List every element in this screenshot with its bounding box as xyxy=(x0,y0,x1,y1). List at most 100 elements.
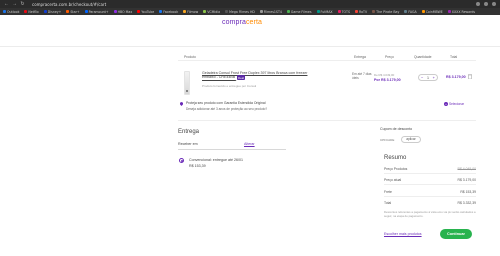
bookmark-label: Filmow xyxy=(187,9,199,14)
price-current: Por R$ 3.179,00 xyxy=(374,78,401,82)
url-text[interactable]: compracerta.com.br/checkout/#/cart xyxy=(32,2,106,7)
bookmark-item[interactable]: FutMAX xyxy=(316,10,333,14)
shipping-option-price: R$ 153,39 xyxy=(189,164,206,168)
menu-icon[interactable] xyxy=(492,2,496,6)
section-divider xyxy=(178,120,476,121)
bookmark-item[interactable]: HBO Max xyxy=(113,9,133,14)
bookmark-label: HBO Max xyxy=(117,9,133,14)
summary-label: Total xyxy=(384,201,392,205)
bookmark-label: Paramount+ xyxy=(88,9,109,14)
header-price: Preço xyxy=(385,55,394,59)
bookmark-label: Disney+ xyxy=(47,9,62,14)
header-product: Produto xyxy=(184,55,196,59)
product-name-link[interactable]: Geladeira Consul Frost Free Duplex 397 l… xyxy=(202,71,320,81)
choose-more-products-link[interactable]: Escolher mais produtos xyxy=(384,232,422,236)
decrease-button[interactable]: − xyxy=(421,75,423,80)
site-logo[interactable]: compracerta xyxy=(222,19,262,26)
item-total: R$ 3.179,00 xyxy=(446,75,466,79)
deal-badge: Deal xyxy=(237,75,245,81)
bookmark-item[interactable]: Star+ xyxy=(66,9,80,14)
shipping-option-label[interactable]: Convencional: entregue até 26/01 xyxy=(189,158,243,162)
bookmark-label: Star+ xyxy=(70,9,80,14)
shipping-radio[interactable] xyxy=(179,158,184,163)
price-original: De R$ 4.049,00 xyxy=(374,73,395,77)
bookmark-favicon-icon xyxy=(113,10,117,13)
bookmark-item[interactable]: CoinMBWE xyxy=(421,10,443,14)
summary-label: Preço atual xyxy=(384,178,402,182)
bookmark-item[interactable]: Paramount+ xyxy=(84,9,109,14)
summary-value: R$ 4.049,00 xyxy=(457,167,476,171)
summary-label: Frete xyxy=(384,190,392,194)
bookmark-label: YouTube xyxy=(141,9,155,14)
browser-actions xyxy=(476,0,496,8)
reload-icon[interactable]: ↻ xyxy=(20,0,25,8)
bookmark-label: FAGA xyxy=(408,9,417,14)
continue-button[interactable]: Continuar xyxy=(440,229,472,239)
bookmark-favicon-icon xyxy=(259,10,263,13)
bookmark-favicon-icon xyxy=(404,10,408,13)
plus-icon: + xyxy=(444,102,448,106)
bookmark-item[interactable]: TOTS xyxy=(337,9,351,14)
bookmark-item[interactable]: Outlook xyxy=(3,10,19,14)
bookmark-item[interactable]: Disney+ xyxy=(43,9,62,14)
bookmark-favicon-icon xyxy=(159,10,163,13)
bookmark-label: RoTV xyxy=(359,9,368,14)
warranty-title: Proteja seu produto com Garantia Estendi… xyxy=(186,101,266,105)
bookmark-label: Facebook xyxy=(163,9,179,14)
bookmark-favicon-icon xyxy=(372,10,376,13)
summary-title: Resumo xyxy=(384,155,407,161)
bookmark-favicon-icon xyxy=(337,10,341,13)
summary-row: Frete R$ 153,39 xyxy=(384,188,476,197)
bookmark-item[interactable]: RoTV xyxy=(355,10,367,14)
bookmark-item[interactable]: Netflix xyxy=(24,9,39,14)
select-warranty-button[interactable]: + Selecionar xyxy=(444,102,464,106)
cart-item-row: Geladeira Consul Frost Free Duplex 397 l… xyxy=(178,67,476,97)
summary-value: R$ 3.332,39 xyxy=(457,201,476,205)
bookmark-favicon-icon xyxy=(84,10,88,13)
bookmark-item[interactable]: XXXX Rewards xyxy=(447,9,476,14)
bookmark-item[interactable]: FAGA xyxy=(404,9,417,14)
product-image[interactable] xyxy=(184,71,190,95)
extension-icon[interactable] xyxy=(476,2,480,6)
forward-icon[interactable]: → xyxy=(12,0,17,8)
bookmark-item[interactable]: Game Filmes xyxy=(286,9,312,14)
bookmark-label: Outlook xyxy=(7,9,20,14)
change-address-link[interactable]: Alterar xyxy=(244,142,255,146)
profile-icon[interactable] xyxy=(484,2,488,6)
browser-address-bar: ← → ↻ compracerta.com.br/checkout/#/cart xyxy=(0,0,500,8)
back-icon[interactable]: ← xyxy=(4,0,9,8)
bookmark-favicon-icon xyxy=(286,10,290,13)
bookmark-label: XXXX Rewards xyxy=(451,9,476,14)
bookmark-item[interactable]: Facebook xyxy=(159,10,178,14)
bookmark-label: Filmes1ST4 xyxy=(263,9,282,14)
bookmark-favicon-icon xyxy=(421,10,425,13)
cart-header-row: Produto Entrega Preço Quantidade Total xyxy=(178,53,476,61)
bookmark-label: TOTS xyxy=(341,9,351,14)
summary-row: Preço atual R$ 3.179,00 xyxy=(384,176,476,185)
bookmark-item[interactable]: VCMidia xyxy=(203,10,220,14)
bookmark-favicon-icon xyxy=(24,10,28,13)
increase-button[interactable]: + xyxy=(433,75,435,80)
bookmark-item[interactable]: The Pirate Bay xyxy=(372,10,399,14)
header-quantity: Quantidade xyxy=(414,55,432,59)
apply-coupon-button[interactable]: aplicar xyxy=(401,136,421,143)
coupon-input[interactable] xyxy=(380,136,400,143)
delivery-estimate: Em até 7 dias úteis xyxy=(352,72,372,80)
bookmark-item[interactable]: YouTube xyxy=(137,10,154,14)
coupon-title: Cupom de desconto xyxy=(380,127,413,131)
bookmark-item[interactable]: Filmow xyxy=(183,10,198,14)
quantity-value[interactable]: 1 xyxy=(427,76,429,80)
bookmark-item[interactable]: Filmes1ST4 xyxy=(259,9,282,14)
quantity-stepper: − 1 + xyxy=(418,74,438,81)
summary-total-row: Total R$ 3.332,39 xyxy=(384,199,476,208)
bookmark-item[interactable]: Mega Filmes HD xyxy=(225,10,255,14)
bookmark-label: Netflix xyxy=(28,9,39,14)
summary-label: Preço Produtos xyxy=(384,167,408,171)
cart-table: Produto Entrega Preço Quantidade Total G… xyxy=(178,53,476,171)
bookmark-label: Game Filmes xyxy=(290,9,312,14)
trash-icon[interactable] xyxy=(468,74,472,79)
summary-value: R$ 3.179,00 xyxy=(457,178,476,182)
header-delivery: Entrega xyxy=(354,55,366,59)
bookmark-favicon-icon xyxy=(66,10,70,13)
discount-note: Descontos referentes a pagamento à vista… xyxy=(384,210,476,218)
